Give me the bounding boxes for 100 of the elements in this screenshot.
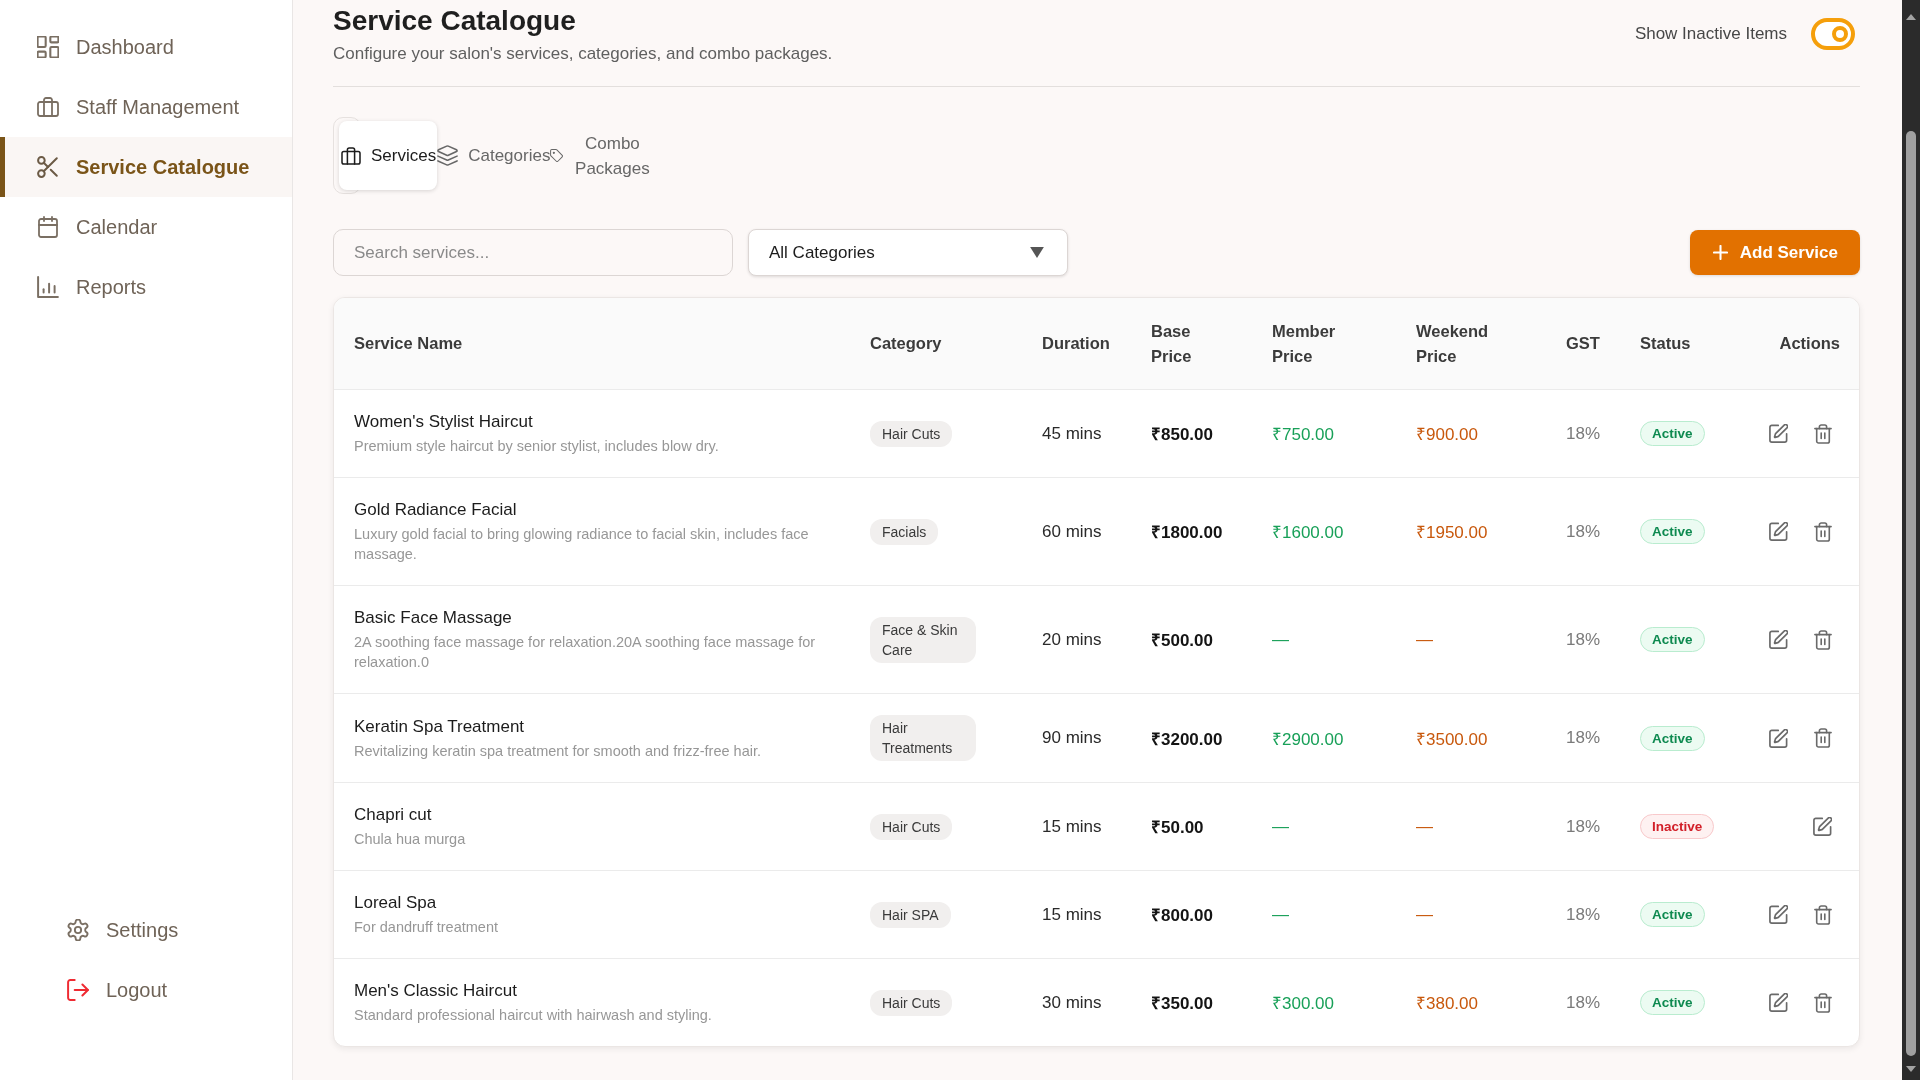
edit-button[interactable]	[1769, 904, 1788, 925]
category-tag: Face & Skin Care	[870, 616, 976, 663]
scrollbar[interactable]	[1902, 0, 1920, 1080]
settings-icon	[67, 919, 89, 941]
service-description: Chula hua murga	[354, 830, 467, 849]
member-price: ₹300.00	[1272, 993, 1334, 1014]
column-header: Category	[870, 333, 942, 354]
gst-rate: 18%	[1566, 992, 1601, 1013]
trash-icon	[1814, 992, 1832, 1013]
gst-rate: 18%	[1566, 728, 1601, 748]
duration-text: 15 mins	[1042, 904, 1102, 925]
add-service-button[interactable]: Add Service	[1689, 230, 1860, 275]
gst-rate: 18%	[1566, 521, 1601, 542]
member-price: —	[1272, 816, 1289, 837]
column-header: Service Name	[354, 333, 463, 354]
service-description: Revitalizing keratin spa treatment for smooth and frizz-free hair.	[354, 741, 762, 761]
column-header: Member Price	[1272, 320, 1337, 367]
tab[interactable]: Combo Packages	[550, 121, 656, 190]
duration-text: 20 mins	[1042, 629, 1102, 650]
edit-icon	[1769, 630, 1788, 649]
search-field[interactable]: Search services...	[333, 229, 733, 276]
weekend-price: ₹380.00	[1416, 993, 1478, 1014]
sidebar-item[interactable]: Logout	[0, 960, 292, 1020]
trash-icon	[1814, 728, 1832, 748]
duration-text: 60 mins	[1042, 521, 1102, 542]
sidebar-item[interactable]: Staff Management	[0, 77, 292, 137]
category-tag: Hair SPA	[870, 901, 951, 928]
column-header: Actions	[1779, 333, 1840, 354]
service-name: Men's Classic Haircut	[354, 980, 518, 1002]
gst-rate: 18%	[1566, 423, 1601, 444]
layers-icon	[437, 145, 459, 166]
gst-rate: 18%	[1566, 816, 1601, 837]
toggle-knob	[1832, 26, 1848, 42]
gst-rate: 18%	[1566, 629, 1601, 650]
status-badge: Active	[1640, 990, 1705, 1015]
status-badge: Inactive	[1640, 814, 1715, 839]
member-price: —	[1272, 904, 1289, 925]
delete-button[interactable]	[1814, 423, 1832, 444]
status-badge: Active	[1640, 725, 1705, 751]
weekend-price: ₹3500.00	[1416, 728, 1488, 750]
tab[interactable]: Categories	[437, 121, 551, 190]
edit-button[interactable]	[1769, 521, 1788, 542]
edit-button[interactable]	[1769, 992, 1788, 1013]
edit-button[interactable]	[1769, 629, 1788, 650]
weekend-price: ₹900.00	[1416, 424, 1478, 445]
service-description: 2A soothing face massage for relaxation.20A soothing face massage for relaxation.0	[354, 633, 817, 672]
service-description: Standard professional haircut with hairwash and styling.	[354, 1006, 713, 1025]
service-name: Chapri cut	[354, 804, 433, 826]
status-badge: Active	[1640, 519, 1705, 544]
caret-down-icon	[1030, 247, 1044, 258]
edit-button[interactable]	[1769, 728, 1788, 748]
category-tag: Facials	[870, 518, 939, 545]
toggle-label: Show Inactive Items	[1634, 24, 1787, 44]
base-price: ₹3200.00	[1151, 728, 1223, 750]
trash-icon	[1814, 423, 1832, 444]
edit-icon	[1769, 728, 1788, 748]
delete-button[interactable]	[1814, 728, 1832, 748]
sidebar-item[interactable]: Calendar	[0, 197, 292, 257]
tag-icon	[550, 149, 564, 162]
column-header: Weekend Price	[1416, 320, 1490, 367]
base-price: ₹500.00	[1151, 630, 1213, 651]
category-tag: Hair Cuts	[870, 420, 953, 447]
member-price: ₹750.00	[1272, 424, 1334, 445]
duration-text: 30 mins	[1042, 992, 1102, 1013]
calendar-icon	[37, 216, 59, 238]
delete-button[interactable]	[1814, 521, 1832, 542]
duration-text: 90 mins	[1042, 728, 1102, 748]
category-dropdown[interactable]: All Categories	[748, 229, 1068, 276]
delete-button[interactable]	[1814, 629, 1832, 650]
trash-icon	[1814, 521, 1832, 542]
tab[interactable]: Services	[339, 121, 438, 190]
page-title: Service Catalogue	[333, 4, 577, 38]
logout-icon	[67, 979, 89, 1001]
base-price: ₹350.00	[1151, 993, 1213, 1014]
service-description: For dandruff treatment	[354, 918, 499, 937]
service-description: Luxury gold facial to bring glowing radiance to facial skin, includes face massage.	[354, 525, 810, 564]
base-price: ₹50.00	[1151, 817, 1204, 838]
column-header: GST	[1566, 333, 1600, 354]
weekend-price: —	[1416, 904, 1433, 925]
scrollbar-thumb[interactable]	[1906, 131, 1916, 1056]
briefcase-icon	[341, 146, 361, 165]
member-price: ₹2900.00	[1272, 728, 1344, 750]
service-name: Gold Radiance Facial	[354, 499, 518, 521]
sidebar-item[interactable]: Dashboard	[0, 17, 292, 77]
edit-icon	[1769, 905, 1788, 924]
sidebar-item[interactable]: Reports	[0, 257, 292, 317]
edit-button[interactable]	[1813, 817, 1832, 836]
briefcase-icon	[37, 96, 59, 118]
base-price: ₹800.00	[1151, 905, 1213, 926]
status-badge: Active	[1640, 627, 1705, 652]
delete-button[interactable]	[1814, 992, 1832, 1013]
sidebar-item[interactable]: Settings	[0, 900, 292, 960]
service-name: Basic Face Massage	[354, 607, 513, 629]
delete-button[interactable]	[1814, 904, 1832, 925]
category-tag: Hair Cuts	[870, 989, 953, 1016]
sidebar-item[interactable]: Service Catalogue	[0, 137, 292, 197]
scissors-icon	[37, 156, 59, 178]
edit-button[interactable]	[1769, 423, 1788, 444]
weekend-price: ₹1950.00	[1416, 522, 1488, 543]
duration-text: 15 mins	[1042, 816, 1102, 837]
